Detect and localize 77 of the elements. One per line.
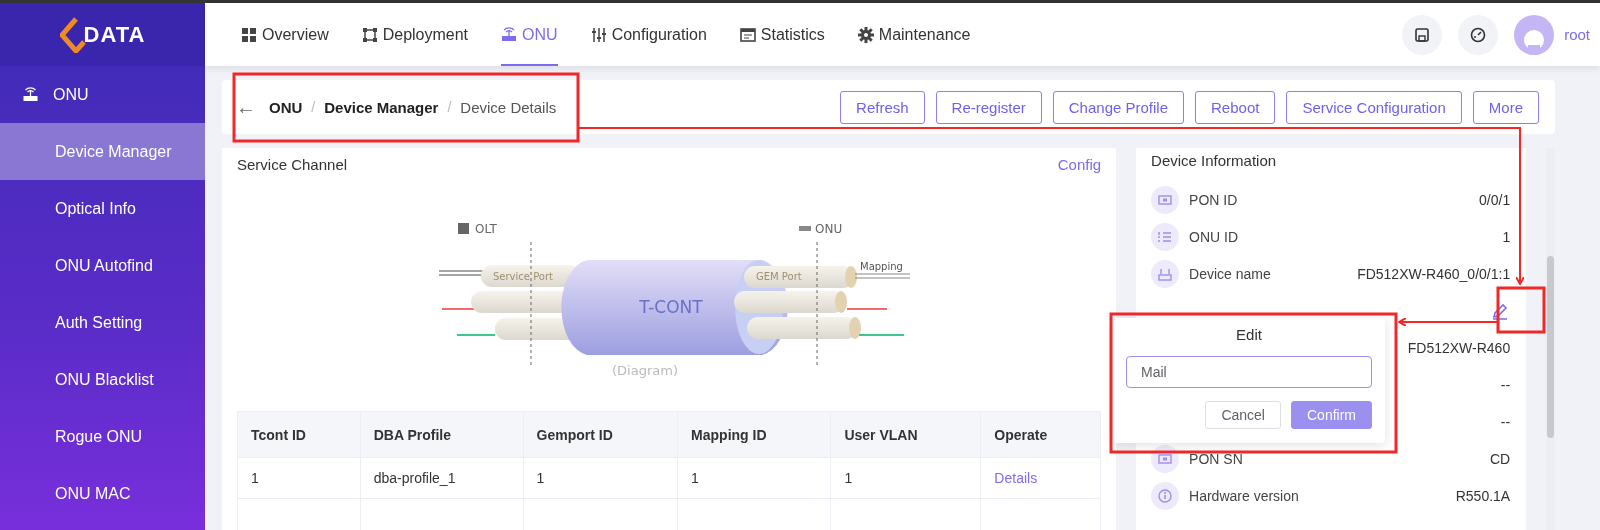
field-value: 0/0/1: [1479, 191, 1511, 208]
table-cell: 1: [677, 457, 831, 499]
field-value: 1: [1502, 228, 1511, 245]
column-header: User VLAN: [830, 411, 981, 458]
sidebar-item[interactable]: ONU MAC: [0, 465, 205, 522]
sidebar-item[interactable]: Device Manager: [0, 123, 205, 180]
nav-tab[interactable]: Configuration: [590, 3, 707, 66]
scrollbar[interactable]: [1546, 148, 1555, 530]
field-label: ONU ID: [1189, 228, 1240, 245]
column-header: Tcont ID: [237, 411, 361, 458]
settings-icon: [857, 26, 874, 43]
gauge-icon: [1470, 26, 1487, 43]
sidebar-item[interactable]: Auth Setting: [0, 294, 205, 351]
sidebar-item[interactable]: ONU Blacklist: [0, 351, 205, 408]
column-header: Gemport ID: [523, 411, 678, 458]
section-title: Device Information: [1151, 152, 1278, 169]
column-header: Operate: [980, 411, 1101, 458]
field-value: FD512XW-R460: [1407, 339, 1511, 356]
config-link[interactable]: Config: [1057, 156, 1102, 173]
column-header: DBA Profile: [360, 411, 523, 458]
diagram-label: (Diagram): [612, 363, 678, 378]
user-name[interactable]: root: [1564, 26, 1590, 43]
field-value: R550.1A: [1455, 487, 1511, 504]
info-icon: [1157, 487, 1174, 504]
breadcrumb-separator: /: [311, 99, 316, 115]
grid-icon: [241, 26, 257, 43]
logo-text: DATA: [83, 21, 146, 48]
field-value: CD: [1489, 450, 1511, 467]
diagram-label: GEM Port: [756, 271, 802, 282]
sliders-icon: [590, 26, 607, 43]
input-field[interactable]: Mail: [1126, 356, 1372, 388]
action-button[interactable]: Re-register: [935, 90, 1042, 124]
nav-tab[interactable]: Overview: [241, 3, 329, 66]
window-icon: [739, 26, 756, 43]
breadcrumb-item[interactable]: Device Manager: [324, 98, 439, 116]
sidebar-item[interactable]: ONU Autofind: [0, 237, 205, 294]
annotation-box: [1496, 286, 1546, 334]
column-header: Mapping ID: [677, 411, 831, 458]
breadcrumb-separator: /: [447, 99, 452, 115]
field-value: FD512XW-R460_0/0/1:1: [1357, 265, 1511, 282]
router-icon: [501, 26, 518, 43]
action-button[interactable]: Refresh: [840, 90, 925, 124]
action-button[interactable]: Change Profile: [1052, 90, 1184, 124]
field-label: Device name: [1189, 265, 1272, 282]
section-title: Service Channel: [237, 156, 348, 173]
action-button[interactable]: More: [1472, 90, 1539, 124]
nav-tab[interactable]: Statistics: [739, 3, 825, 66]
nav-tab[interactable]: Maintenance: [857, 3, 971, 66]
diagram-label: ONU: [815, 222, 843, 236]
breadcrumb-item[interactable]: ONU: [269, 98, 303, 116]
table-cell: 1: [830, 457, 981, 499]
nav-tab[interactable]: Deployment: [361, 3, 469, 66]
field-label: Hardware version: [1189, 487, 1300, 504]
router-icon: [22, 86, 39, 103]
diagram-label: OLT: [475, 222, 497, 236]
diagram-label: Mapping: [860, 261, 903, 272]
action-button[interactable]: Service Configuration: [1286, 90, 1462, 124]
nav-tab[interactable]: ONU: [501, 3, 558, 66]
back-arrow-icon[interactable]: ←: [236, 95, 256, 119]
details-link[interactable]: Details: [980, 457, 1101, 499]
popover-title: Edit: [1236, 326, 1262, 343]
sidebar-group-label[interactable]: ONU: [53, 85, 89, 104]
field-label: PON SN: [1189, 450, 1244, 467]
diagram-label: T-CONT: [639, 297, 703, 317]
table-cell: 1: [523, 457, 678, 499]
sidebar-item[interactable]: Rogue ONU: [0, 408, 205, 465]
table-cell: dba-profile_1: [360, 457, 523, 499]
cancel-button[interactable]: Cancel: [1205, 401, 1281, 429]
frame-icon: [361, 26, 378, 43]
field-value: --: [1500, 376, 1511, 393]
action-button[interactable]: Reboot: [1195, 90, 1276, 124]
table-cell: 1: [237, 457, 361, 499]
sidebar-item[interactable]: Optical Info: [0, 180, 205, 237]
diagram-label: Service Port: [493, 271, 553, 282]
field-label: PON ID: [1189, 191, 1239, 208]
field-value: --: [1500, 413, 1511, 430]
breadcrumb-item: Device Details: [460, 98, 557, 116]
